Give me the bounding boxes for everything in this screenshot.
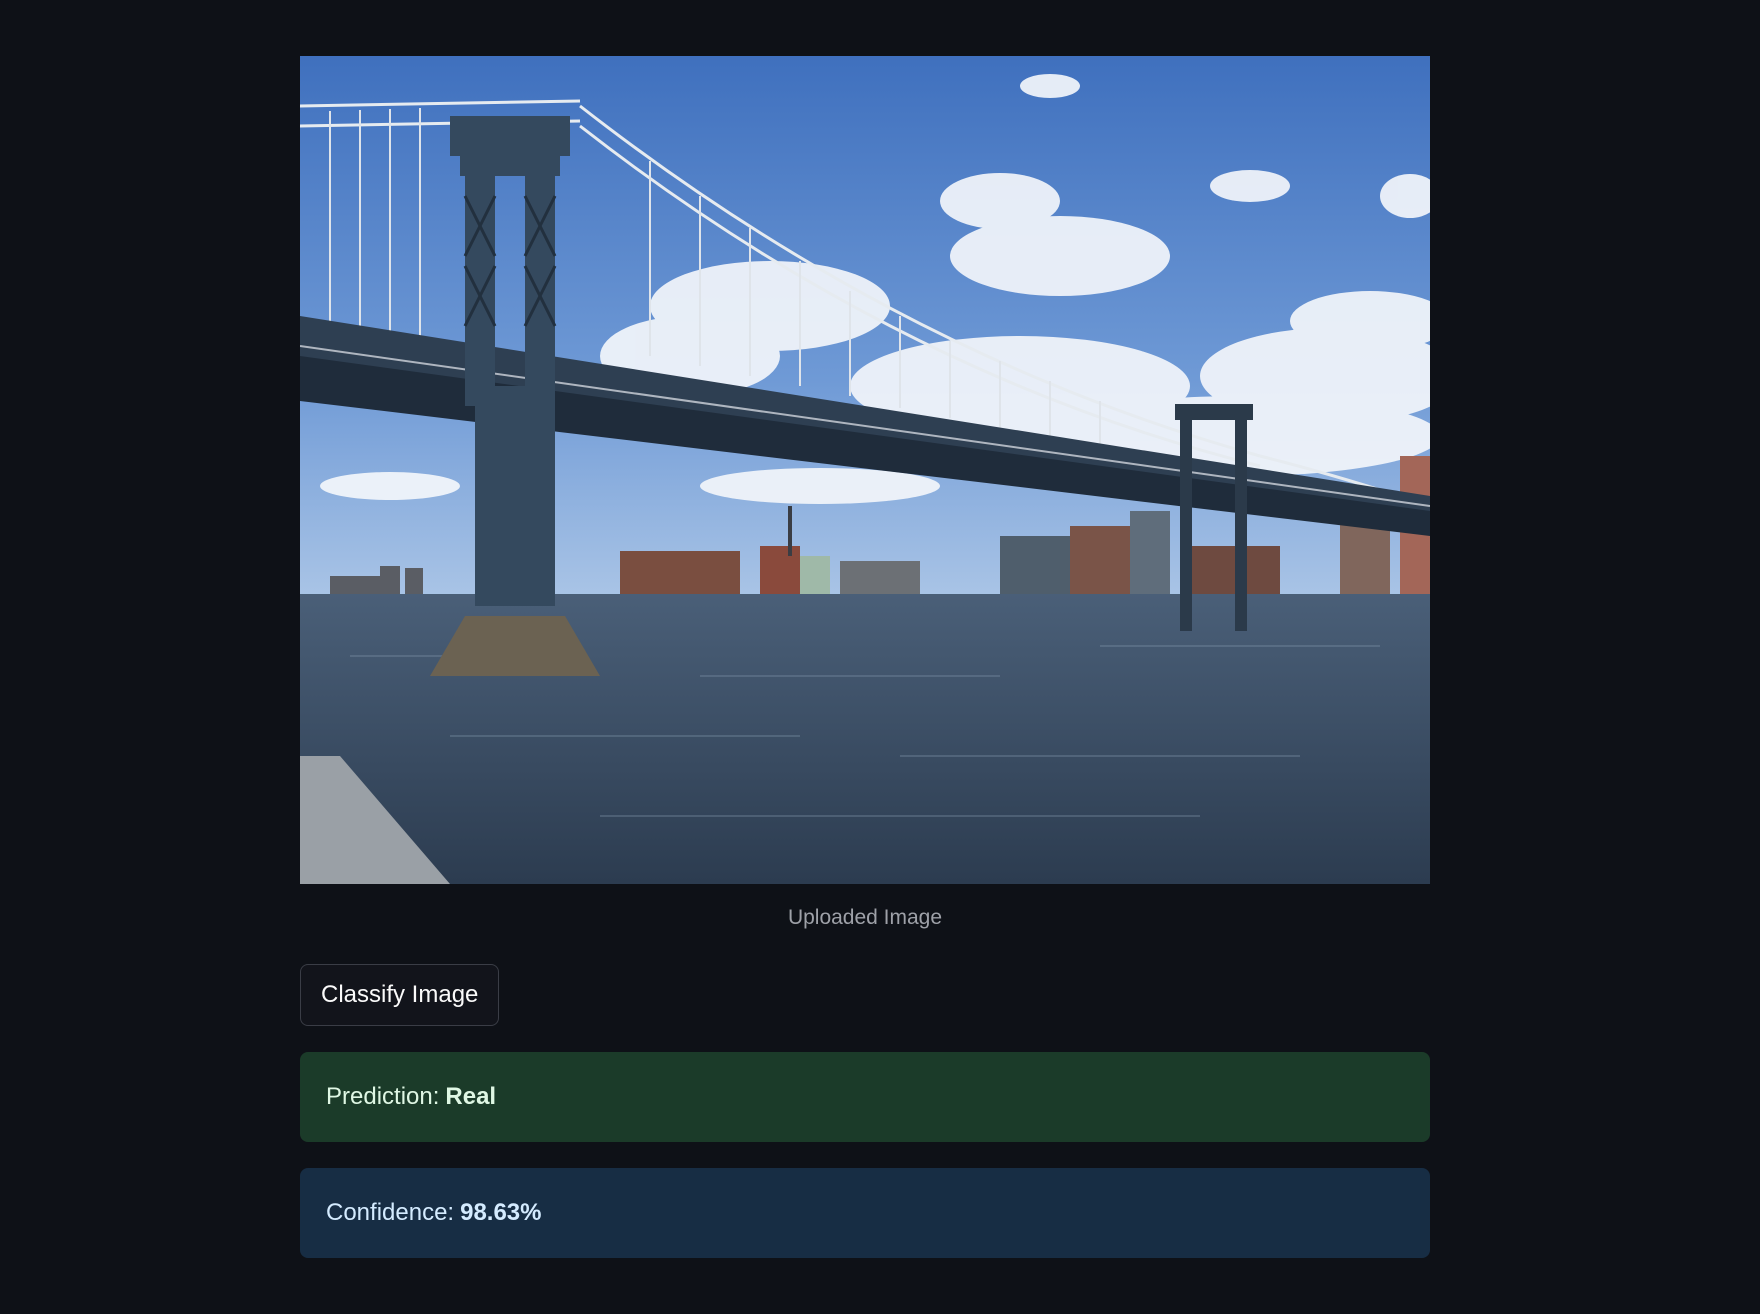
prediction-alert: Prediction: Real (300, 1052, 1430, 1142)
confidence-alert: Confidence: 98.63% (300, 1168, 1430, 1258)
bridge-photo-icon (300, 56, 1430, 884)
uploaded-image (300, 56, 1430, 884)
confidence-value: 98.63% (460, 1199, 542, 1226)
classify-image-button[interactable]: Classify Image (300, 964, 500, 1026)
image-caption: Uploaded Image (787, 906, 943, 929)
confidence-label: Confidence: (326, 1199, 455, 1226)
prediction-value: Real (445, 1083, 497, 1110)
main-content: Uploaded Image Classify Image Prediction… (300, 56, 1430, 1258)
prediction-label: Prediction: (326, 1083, 440, 1110)
